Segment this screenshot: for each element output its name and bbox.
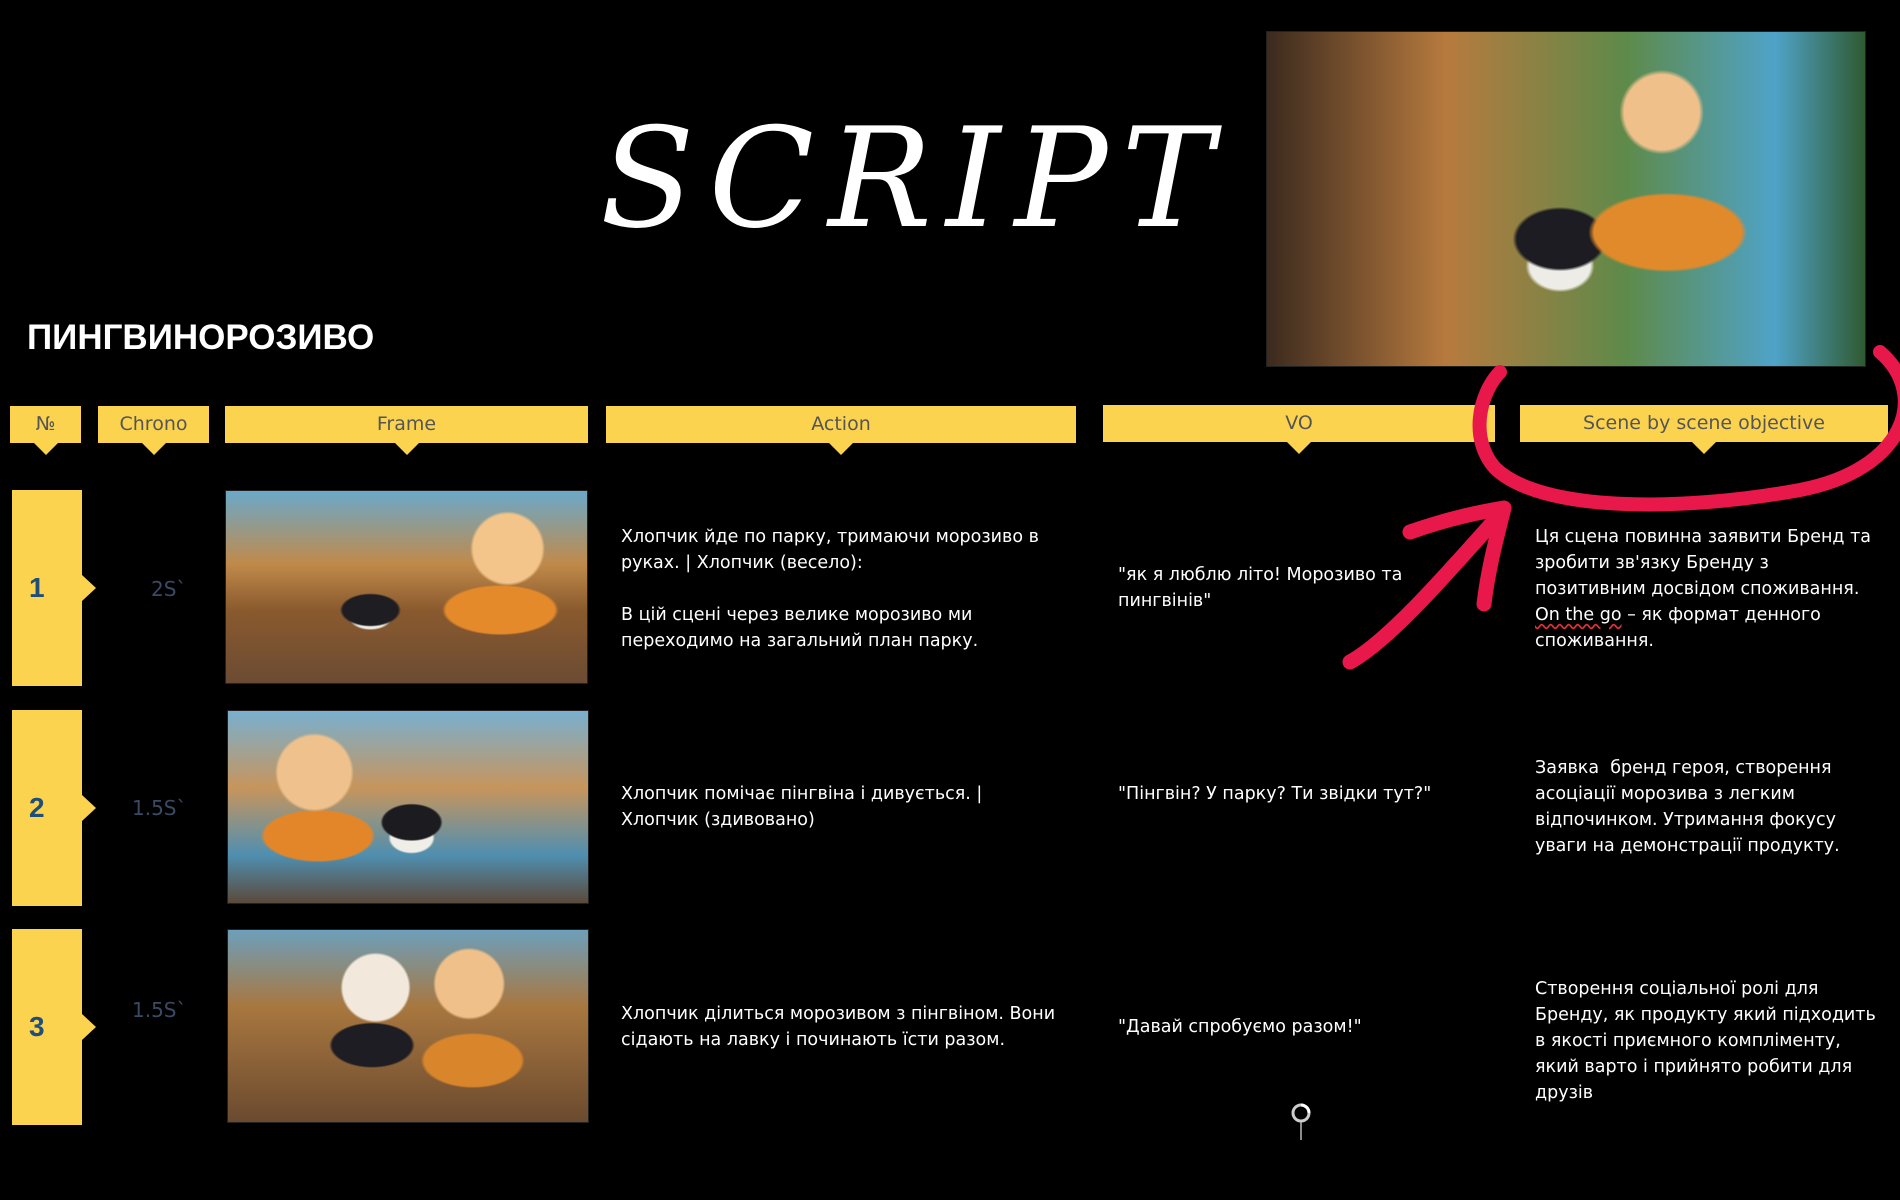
script-title: SCRIPT [600,98,1228,259]
brand-title: ПИНГВИНОРОЗИВО [27,318,375,357]
hero-illustration [1266,31,1866,367]
row-number: 2 [12,710,82,906]
objective-text: Ця сцена повинна заявити Бренд та зробит… [1535,524,1885,654]
row-number-label: 1 [29,572,45,603]
vo-text: "Пінгвін? У парку? Ти звідки тут?" [1118,784,1432,804]
frame-image [227,929,589,1123]
row-chrono: 1.5S` [132,796,187,820]
frame-image [225,490,588,684]
vo-text: "Давай спробуємо разом!" [1118,1017,1362,1037]
header-number: № [10,406,81,443]
header-frame: Frame [225,406,588,443]
row-chrono: 1.5S` [132,998,187,1022]
action-text: Хлопчик йде по парку, тримаючи морозиво … [621,527,1039,651]
action-text: Хлопчик помічає пінгвіна і дивується. | … [621,784,988,830]
objective-main: Ця сцена повинна заявити Бренд та зробит… [1535,527,1877,599]
objective-text: Створення соціальної ролі для Бренду, як… [1535,979,1882,1103]
row-number: 1 [12,490,82,686]
header-objective: Scene by scene objective [1520,405,1888,442]
row-number-label: 2 [29,792,45,823]
objective-text: Заявка бренд героя, створення асоціації … [1535,758,1842,856]
header-chrono: Chrono [98,406,209,443]
action-text: Хлопчик ділиться морозивом з пінгвіном. … [621,1004,1061,1050]
on-the-go-link: On the go [1535,605,1622,625]
loading-cursor-icon [1291,1103,1311,1140]
vo-text: "як я люблю літо! Морозиво та пингвінів" [1118,565,1408,611]
header-vo: VO [1103,405,1495,442]
row-number: 3 [12,929,82,1125]
header-action: Action [606,406,1076,443]
frame-image [227,710,589,904]
row-number-label: 3 [29,1011,45,1042]
row-chrono: 2S` [151,577,187,601]
